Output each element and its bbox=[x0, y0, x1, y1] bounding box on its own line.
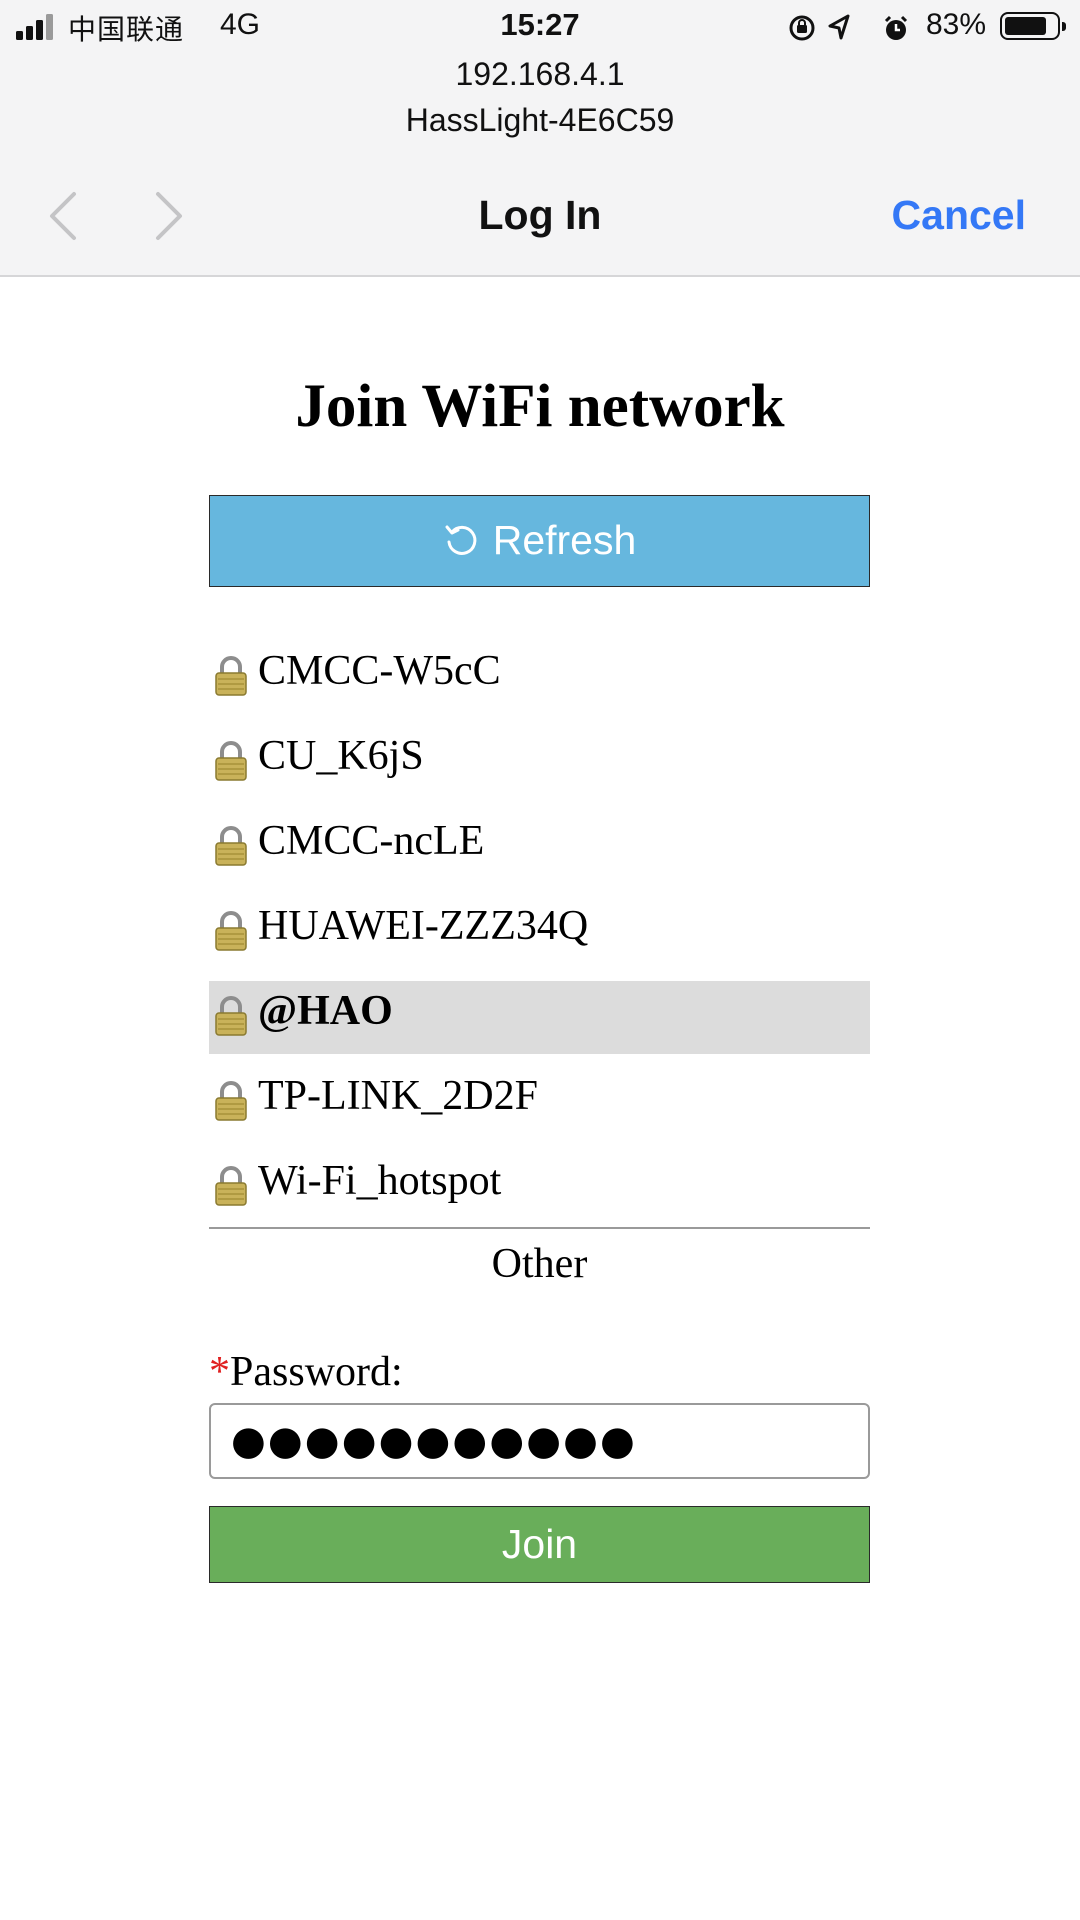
wifi-network-list: CMCC-W5cC CU_K6jS CMCC-ncLE HUAWEI-ZZZ34Q @H… bbox=[209, 635, 870, 1230]
wifi-network-name: @HAO bbox=[258, 988, 393, 1034]
location-icon bbox=[828, 14, 850, 40]
wifi-network-item[interactable]: CMCC-W5cC bbox=[209, 635, 870, 720]
cancel-button[interactable]: Cancel bbox=[892, 192, 1026, 239]
password-field[interactable]: ●●●●●●●●●●● bbox=[209, 1403, 870, 1479]
wifi-network-item[interactable]: HUAWEI-ZZZ34Q bbox=[209, 890, 870, 975]
status-icons bbox=[789, 14, 908, 41]
join-wifi-heading: Join WiFi network bbox=[295, 373, 785, 440]
wifi-network-name: TP-LINK_2D2F bbox=[258, 1073, 538, 1119]
refresh-icon bbox=[445, 525, 477, 556]
wifi-network-name: Wi-Fi_hotspot bbox=[258, 1158, 502, 1204]
lock-icon bbox=[215, 911, 247, 951]
lock-icon bbox=[215, 826, 247, 866]
wifi-network-item[interactable]: CMCC-ncLE bbox=[209, 805, 870, 890]
wifi-network-name: HUAWEI-ZZZ34Q bbox=[258, 903, 589, 949]
refresh-label: Refresh bbox=[492, 517, 637, 563]
rotation-lock-icon bbox=[789, 15, 815, 41]
battery-percent: 83% bbox=[926, 8, 987, 41]
password-label: *Password: bbox=[209, 1348, 403, 1396]
battery-icon bbox=[1000, 12, 1066, 40]
required-mark: * bbox=[209, 1349, 230, 1395]
status-bar: 中国联通 4G 15:27 83% bbox=[0, 0, 1080, 54]
lock-icon bbox=[215, 1081, 247, 1121]
wifi-network-name: CMCC-ncLE bbox=[258, 818, 485, 864]
list-divider bbox=[209, 1227, 870, 1229]
wifi-network-item[interactable]: CU_K6jS bbox=[209, 720, 870, 805]
refresh-button[interactable]: Refresh bbox=[209, 495, 870, 587]
navigation-bar: Log In Cancel bbox=[0, 180, 1080, 250]
status-time: 15:27 bbox=[500, 7, 580, 42]
join-button[interactable]: Join bbox=[209, 1506, 870, 1583]
browser-header: 中国联通 4G 15:27 83% 192.168.4.1 HassLight-… bbox=[0, 0, 1080, 277]
page-subtitle: HassLight-4E6C59 bbox=[405, 102, 675, 138]
alarm-icon bbox=[884, 15, 908, 40]
lock-icon bbox=[215, 996, 247, 1036]
wifi-network-item[interactable]: Wi-Fi_hotspot bbox=[209, 1145, 870, 1230]
password-label-text: Password: bbox=[230, 1349, 403, 1395]
lock-icon bbox=[215, 656, 247, 696]
lock-icon bbox=[215, 741, 247, 781]
lock-icon bbox=[215, 1166, 247, 1206]
other-network-link[interactable]: Other bbox=[209, 1240, 870, 1288]
wifi-network-name: CMCC-W5cC bbox=[258, 648, 501, 694]
wifi-network-item[interactable]: TP-LINK_2D2F bbox=[209, 1060, 870, 1145]
wifi-network-name: CU_K6jS bbox=[258, 733, 424, 779]
page-url: 192.168.4.1 bbox=[455, 56, 625, 92]
wifi-network-item[interactable]: @HAO bbox=[209, 981, 870, 1054]
